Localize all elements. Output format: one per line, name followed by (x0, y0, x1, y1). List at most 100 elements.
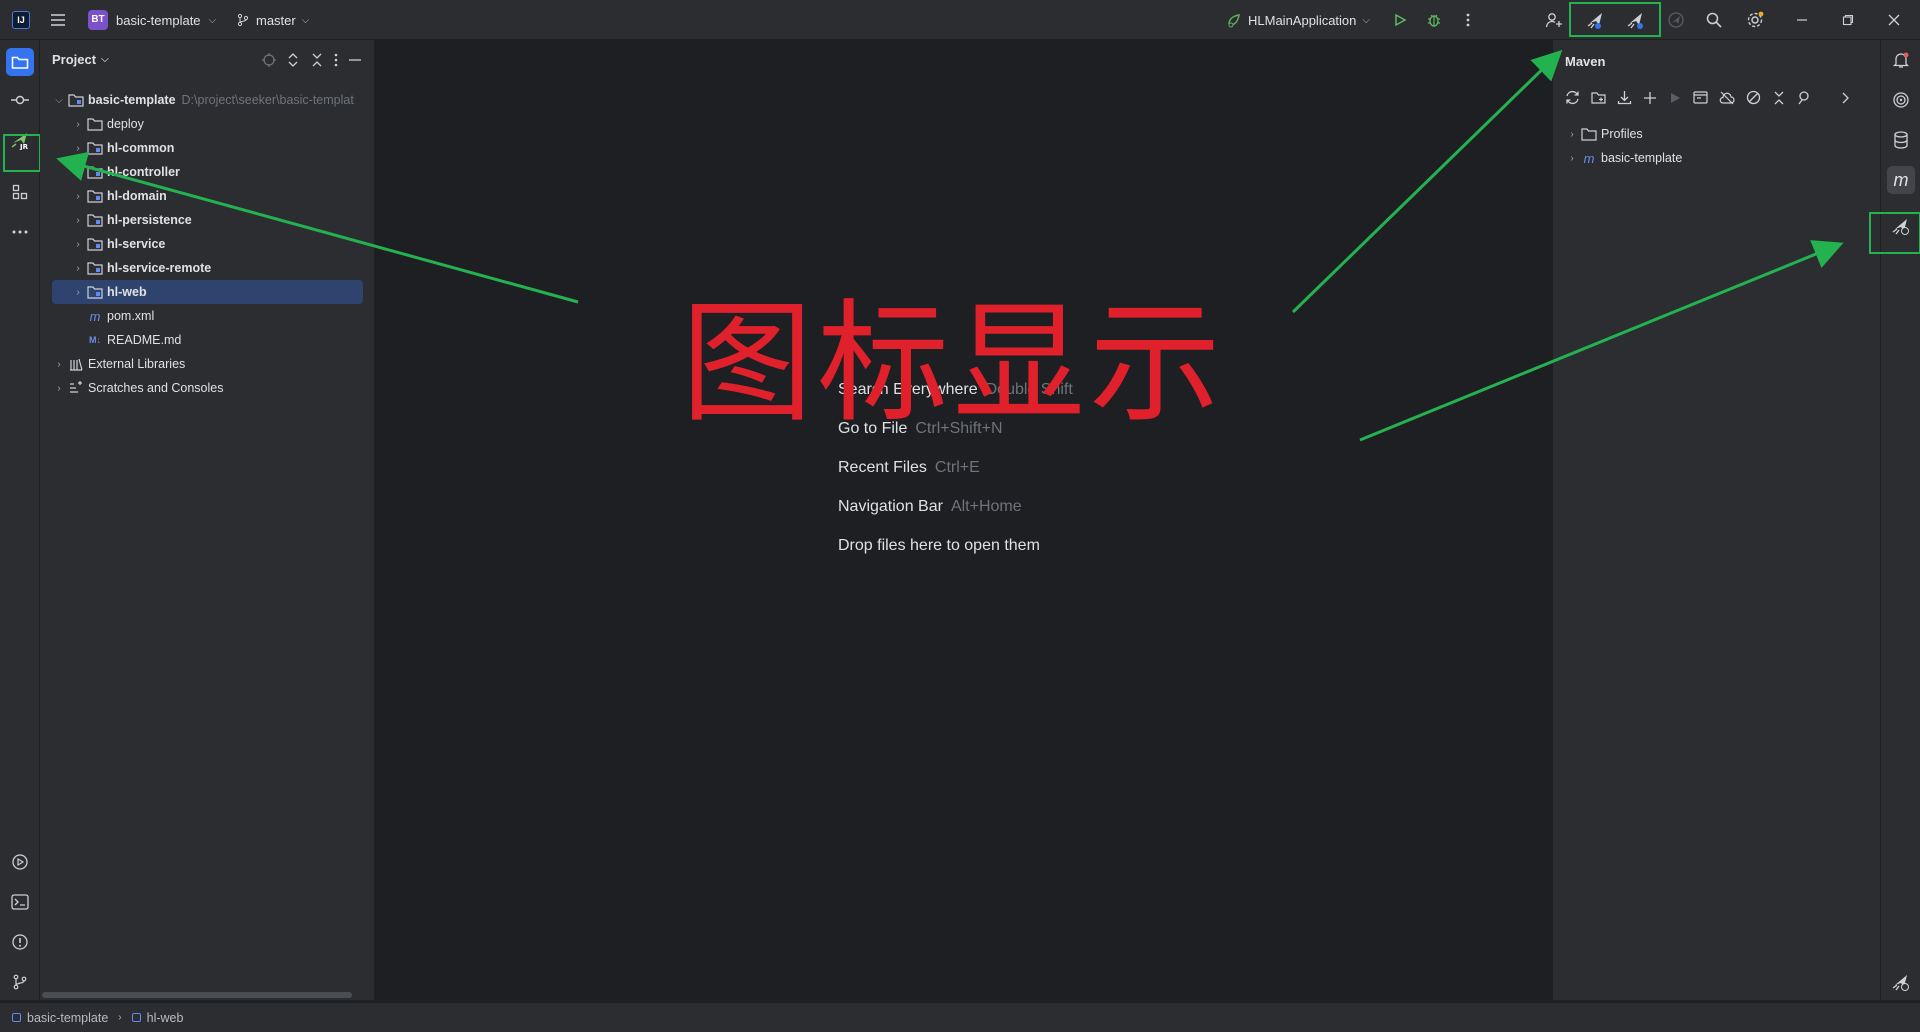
run-config-name: HLMainApplication (1248, 12, 1357, 28)
search-icon[interactable] (1704, 10, 1724, 30)
breadcrumb-item[interactable]: basic-template (27, 1011, 108, 1025)
minimize-window-icon[interactable] (1792, 10, 1812, 30)
tree-external-libraries[interactable]: › External Libraries (40, 352, 375, 376)
collapse-icon[interactable] (1772, 91, 1786, 105)
add-icon[interactable] (1643, 91, 1657, 105)
annotation-overlay-text: 图标显示 (681, 287, 1225, 441)
maven-tool-button[interactable]: m (1887, 166, 1915, 194)
hint-row[interactable]: Navigation Bar Alt+Home (838, 487, 1073, 526)
tree-scratches[interactable]: › Scratches and Consoles (40, 376, 375, 400)
breadcrumb-item[interactable]: hl-web (147, 1011, 184, 1025)
maven-item-project[interactable]: › m basic-template (1565, 146, 1682, 170)
module-icon (12, 1013, 21, 1022)
more-horizontal-icon (12, 230, 28, 234)
project-switcher[interactable]: BT basic-template ⌵ (88, 9, 216, 31)
maven-item-label: Profiles (1601, 127, 1643, 141)
module-folder-icon (87, 236, 103, 252)
run-icon[interactable] (1390, 10, 1410, 30)
reload-icon[interactable] (1565, 90, 1580, 105)
horizontal-scrollbar[interactable] (42, 992, 352, 998)
ai-swirl-icon (1892, 91, 1910, 109)
chevron-right-icon: › (1570, 128, 1574, 140)
library-icon (68, 356, 84, 372)
maven-toolbar (1565, 90, 1849, 105)
skip-tests-icon[interactable] (1746, 90, 1761, 105)
right-tool-strip: m (1869, 40, 1920, 1000)
tree-item[interactable]: › deploy (40, 112, 375, 136)
tree-item[interactable]: › hl-service (40, 232, 375, 256)
tree-file[interactable]: M↓ README.md (40, 328, 375, 352)
chevron-right-icon: › (1570, 152, 1574, 164)
ai-assistant-tool-button[interactable] (1887, 86, 1915, 114)
module-folder-icon (87, 212, 103, 228)
download-icon[interactable] (1617, 90, 1632, 105)
debug-icon[interactable] (1424, 10, 1444, 30)
problems-tool-button[interactable] (6, 928, 34, 956)
maven-item-profiles[interactable]: › Profiles (1565, 122, 1682, 146)
services-tool-button[interactable] (6, 848, 34, 876)
chevron-down-icon: ⌵ (55, 94, 63, 106)
hint-shortcut: Ctrl+E (934, 459, 980, 476)
run-maven-build-icon[interactable] (1668, 91, 1682, 105)
project-panel: Project ⌵ ⌵ basic-template D:\project\se… (40, 40, 375, 1000)
database-tool-button[interactable] (1887, 126, 1915, 154)
module-folder-icon (87, 260, 103, 276)
tree-item[interactable]: › hl-controller (40, 160, 375, 184)
add-maven-project-icon[interactable] (1591, 90, 1606, 105)
chevron-right-icon[interactable] (1841, 92, 1849, 104)
more-tools-button[interactable] (6, 218, 34, 246)
execute-goal-icon[interactable] (1693, 90, 1708, 105)
terminal-icon (11, 894, 29, 910)
locate-icon[interactable] (262, 53, 276, 67)
structure-icon (12, 184, 28, 200)
tree-file[interactable]: m pom.xml (40, 304, 375, 328)
problems-icon (11, 933, 29, 951)
tree-item[interactable]: › hl-domain (40, 184, 375, 208)
chevron-right-icon: › (76, 142, 80, 154)
plugin-disabled-icon[interactable] (1666, 10, 1686, 30)
module-folder-icon (87, 284, 103, 300)
settings-gear-icon[interactable] (1745, 10, 1765, 30)
hint-label: Navigation Bar (838, 498, 943, 515)
git-tool-button[interactable] (6, 968, 34, 996)
chevron-down-icon: ⌵ (101, 54, 109, 65)
vcs-branch-switcher[interactable]: master ⌵ (236, 9, 309, 31)
run-config-selector[interactable]: HLMainApplication ⌵ (1226, 10, 1370, 30)
chevron-right-icon: › (76, 238, 80, 250)
hide-panel-icon[interactable] (348, 53, 362, 67)
folder-icon (11, 54, 29, 70)
project-panel-title[interactable]: Project ⌵ (52, 52, 109, 67)
collapse-all-icon[interactable] (310, 53, 324, 67)
hint-label: Recent Files (838, 459, 927, 476)
close-window-icon[interactable] (1884, 10, 1904, 30)
app-logo[interactable]: IJ (12, 11, 30, 29)
project-name: basic-template (116, 12, 201, 28)
module-folder-icon (68, 92, 84, 108)
chevron-right-icon: › (57, 358, 61, 370)
notifications-tool-button[interactable] (1887, 46, 1915, 74)
database-icon (1893, 131, 1909, 149)
structure-tool-button[interactable] (6, 178, 34, 206)
hint-row[interactable]: Recent Files Ctrl+E (838, 448, 1073, 487)
tree-item[interactable]: › hl-persistence (40, 208, 375, 232)
expand-all-icon[interactable] (286, 53, 300, 67)
editor-area: Search Everywhere Double Shift Go to File… (376, 40, 1552, 1000)
project-tool-button[interactable] (6, 48, 34, 76)
main-menu-icon[interactable] (50, 12, 66, 28)
more-options-icon[interactable] (1458, 10, 1478, 30)
restore-window-icon[interactable] (1838, 10, 1858, 30)
analyze-dependencies-icon[interactable] (1797, 90, 1812, 105)
commit-tool-button[interactable] (6, 86, 34, 114)
tree-item-label: hl-web (107, 285, 147, 299)
terminal-tool-button[interactable] (6, 888, 34, 916)
tree-item-selected[interactable]: › hl-web (52, 280, 363, 304)
toggle-offline-icon[interactable] (1719, 91, 1735, 105)
code-with-me-icon[interactable] (1544, 10, 1564, 30)
tree-item[interactable]: › hl-common (40, 136, 375, 160)
tree-root[interactable]: ⌵ basic-template D:\project\seeker\basic… (40, 88, 375, 112)
panel-options-icon[interactable] (334, 53, 338, 67)
status-bar: basic-template › hl-web (0, 1002, 1920, 1032)
plugin-rocket-bottom-button[interactable] (1887, 968, 1915, 996)
tree-item[interactable]: › hl-service-remote (40, 256, 375, 280)
tree-item-label: hl-service-remote (107, 261, 212, 275)
